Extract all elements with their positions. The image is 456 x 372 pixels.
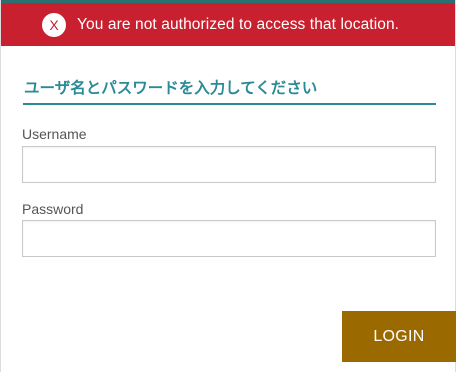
login-button[interactable]: LOGIN xyxy=(342,311,456,362)
login-panel: X You are not authorized to access that … xyxy=(0,0,456,372)
password-label: Password xyxy=(22,201,84,217)
username-label: Username xyxy=(22,126,87,142)
alert-message: You are not authorized to access that lo… xyxy=(77,15,400,33)
username-field[interactable] xyxy=(22,146,436,183)
close-icon[interactable]: X xyxy=(42,12,66,37)
form-heading: ユーザ名とパスワードを入力してください xyxy=(23,73,436,105)
error-alert: X You are not authorized to access that … xyxy=(1,3,455,46)
password-field[interactable] xyxy=(22,220,436,257)
